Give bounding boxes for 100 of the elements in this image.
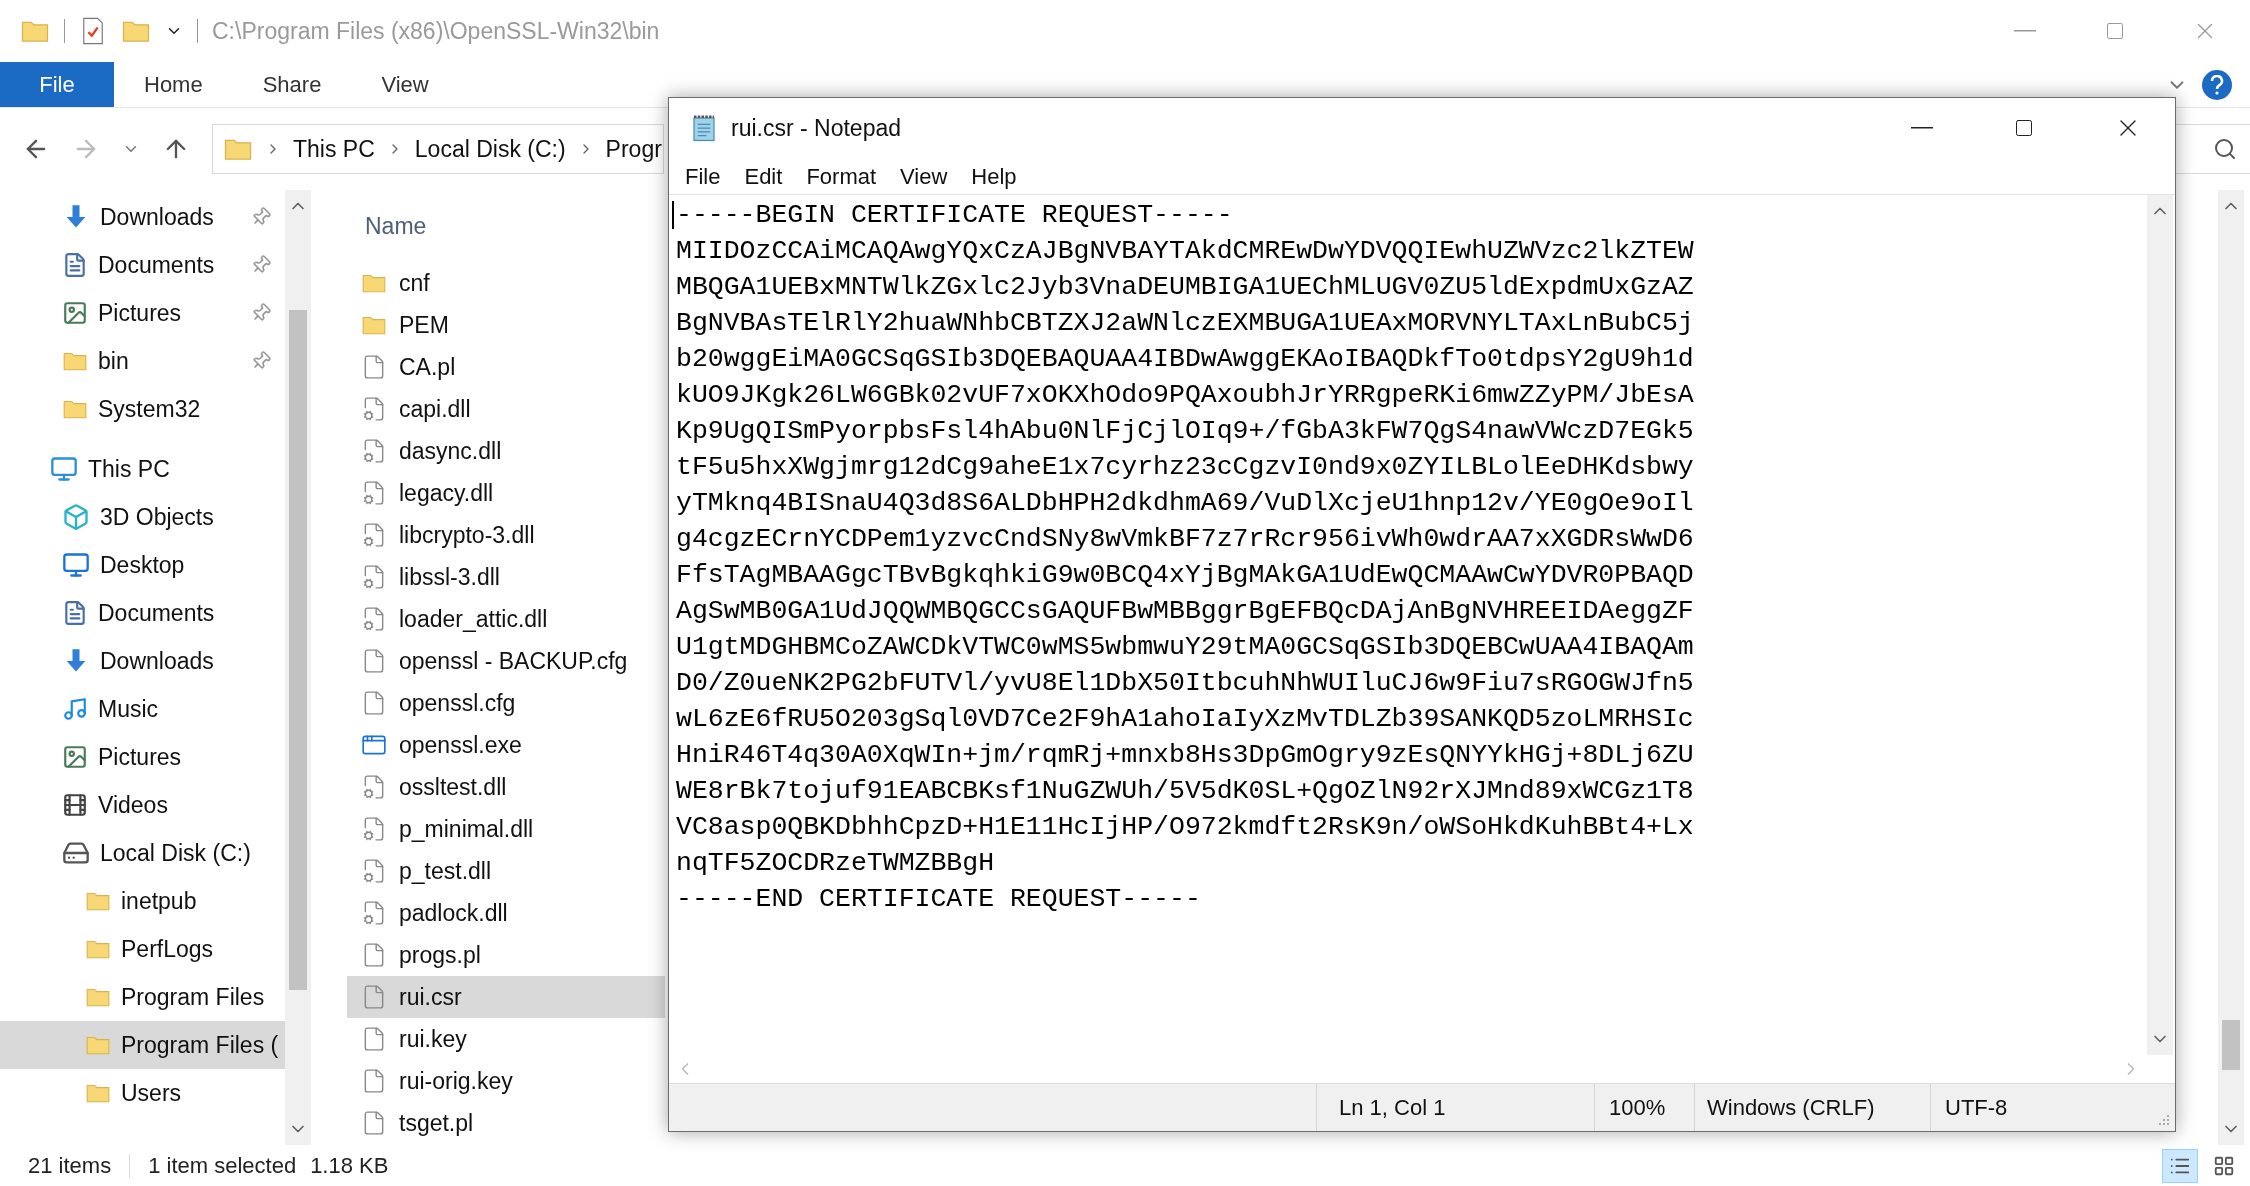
file-row[interactable]: openssl.cfg <box>347 682 665 724</box>
file-row[interactable]: ossltest.dll <box>347 766 665 808</box>
selection-count: 1 item selected <box>148 1152 297 1180</box>
line-endings: Windows (CRLF) <box>1695 1084 1931 1131</box>
text-line: MIIDOzCCAiMCAQAwgYQxCzAJBgNVBAYTAkdCMREwDwYDVQQIEwhUZWVzc2lkZTEW <box>676 235 1694 268</box>
breadcrumb-segment[interactable]: This PC <box>293 131 375 167</box>
text-line: wL6zE6fRU5O203gSql0VD7Ce2F9hA1ahoIaIyXzMvTDLZb39SANKQD5zoLMRHSIc <box>676 703 1694 736</box>
ribbon-tab[interactable]: File <box>0 62 114 107</box>
music-note-icon <box>62 696 88 722</box>
nav-item[interactable]: Pictures <box>0 289 285 337</box>
menu-item[interactable]: Help <box>959 159 1029 193</box>
nav-item[interactable]: Music <box>0 685 285 733</box>
nav-item[interactable]: Documents <box>0 589 285 637</box>
breadcrumb-segment[interactable]: Progr <box>605 131 662 167</box>
text-line: -----BEGIN CERTIFICATE REQUEST----- <box>676 199 1233 232</box>
breadcrumb-segment[interactable]: Local Disk (C:) <box>414 131 566 167</box>
text-line: HniR46T4q30A0XqWIn+jm/rqmRj+mnxb8Hs3DpGmOgry9zEsQNYYkHGj+8DLj6ZU <box>676 739 1694 772</box>
document-icon <box>62 252 88 278</box>
text-line: nqTF5ZOCDRzeTWMZBBgH <box>676 847 995 880</box>
menu-item[interactable]: Format <box>794 159 889 193</box>
file-row[interactable]: p_minimal.dll <box>347 808 665 850</box>
nav-item[interactable]: Program Files <box>0 973 285 1021</box>
nav-item[interactable]: Users <box>0 1069 285 1117</box>
file-row[interactable]: rui-orig.key <box>347 1060 665 1102</box>
file-row[interactable]: p_test.dll <box>347 850 665 892</box>
text-cursor <box>672 201 674 229</box>
file-row[interactable]: CA.pl <box>347 346 665 388</box>
minimize-icon <box>1911 127 1933 129</box>
nav-scrollbar[interactable] <box>285 190 311 1145</box>
resize-grip-icon[interactable] <box>2157 1113 2171 1127</box>
help-icon[interactable] <box>2202 69 2232 100</box>
file-row[interactable]: progs.pl <box>347 934 665 976</box>
ribbon-tab[interactable]: Home <box>114 62 233 107</box>
nav-item[interactable]: Program Files ( <box>0 1021 285 1069</box>
file-list-scrollbar[interactable] <box>2218 190 2244 1145</box>
nav-item[interactable]: Pictures <box>0 733 285 781</box>
picture-icon <box>62 744 88 770</box>
file-row[interactable]: openssl.exe <box>347 724 665 766</box>
search-icon[interactable] <box>2213 137 2237 161</box>
grid-icon <box>2213 1154 2235 1177</box>
column-header[interactable]: Name <box>365 208 427 244</box>
file-row[interactable]: dasync.dll <box>347 430 665 472</box>
file-row[interactable]: libcrypto-3.dll <box>347 514 665 556</box>
file-row[interactable]: capi.dll <box>347 388 665 430</box>
document-icon <box>62 600 88 626</box>
editor-vertical-scrollbar[interactable] <box>2147 195 2173 1055</box>
file-row[interactable]: padlock.dll <box>347 892 665 934</box>
nav-item[interactable]: PerfLogs <box>0 925 285 973</box>
file-row[interactable]: PEM <box>347 304 665 346</box>
menu-item[interactable]: View <box>888 159 960 193</box>
file-row[interactable]: rui.csr <box>347 976 665 1018</box>
ribbon-tab[interactable]: View <box>351 62 459 107</box>
file-row[interactable]: rui.key <box>347 1018 665 1060</box>
nav-item[interactable]: Videos <box>0 781 285 829</box>
nav-item[interactable]: Documents <box>0 241 285 289</box>
nav-item[interactable]: 3D Objects <box>0 493 285 541</box>
zoom-level: 100% <box>1595 1084 1695 1131</box>
address-bar[interactable]: This PC Local Disk (C:) Progr <box>212 124 664 174</box>
text-line: -----END CERTIFICATE REQUEST----- <box>676 883 1201 916</box>
nav-item[interactable]: Local Disk (C:) <box>0 829 285 877</box>
film-icon <box>62 792 88 818</box>
text-line: Kp9UgQISmPyorpbsFsl4hAbu0NlFjCjlOIq9+/fGbA3kFW7QgS4nawVWczD7EGk5 <box>676 415 1694 448</box>
file-row[interactable]: loader_attic.dll <box>347 598 665 640</box>
window-title: rui.csr - Notepad <box>731 113 902 143</box>
maximize-icon <box>2014 118 2034 138</box>
computer-icon <box>50 455 78 483</box>
nav-item[interactable]: Downloads <box>0 193 285 241</box>
maximize-icon <box>2105 21 2125 41</box>
text-line: yTMknq4BISnaU4Q3d8S6ALDbHPH2dkdhmA69/VuDlXcjeU1hnp12v/YE0gOe9oIl <box>676 487 1694 520</box>
file-row[interactable]: libssl-3.dll <box>347 556 665 598</box>
file-row[interactable]: openssl - BACKUP.cfg <box>347 640 665 682</box>
cursor-position: Ln 1, Col 1 <box>1317 1084 1595 1131</box>
picture-icon <box>62 300 88 326</box>
details-view-button[interactable] <box>2162 1148 2198 1183</box>
nav-item[interactable]: System32 <box>0 385 285 433</box>
file-row[interactable]: tsget.pl <box>347 1102 665 1144</box>
ribbon-tab[interactable]: Share <box>232 62 352 107</box>
item-count: 21 items <box>28 1152 112 1180</box>
scrollbar-thumb[interactable] <box>289 310 307 990</box>
selection-size: 1.18 KB <box>310 1152 389 1180</box>
text-line: U1gtMDGHBMCoZAWCDkVTWC0wMS5wbmwuY29tMA0GCSqGSIb3DQEBCwUAA4IBAQAm <box>676 631 1694 664</box>
nav-item[interactable]: bin <box>0 337 285 385</box>
menu-item[interactable]: Edit <box>732 159 795 193</box>
menu-item[interactable]: File <box>673 159 733 193</box>
text-line: b20wggEiMA0GCSqGSIb3DQEBAQUAA4IBDwAwggEKAoIBAQDkfTo0tdpsY2gU9h1d <box>676 343 1694 376</box>
file-row[interactable]: legacy.dll <box>347 472 665 514</box>
nav-item[interactable]: This PC <box>0 445 285 493</box>
text-line: VC8asp0QBKDbhhCpzD+H1E11HcIjHP/O972kmdft2RsK9n/oWSoHkdKuhBBt4+Lx <box>676 811 1694 844</box>
encoding: UTF-8 <box>1944 1094 2009 1122</box>
nav-item[interactable]: inetpub <box>0 877 285 925</box>
nav-item[interactable]: Desktop <box>0 541 285 589</box>
text-line: AgSwMB0GA1UdJQQWMBQGCCsGAQUFBwMBBggrBgEFBQcDAjAnBgNVHREEIDAeggZF <box>676 595 1694 628</box>
text-line: tF5u5hxXWgjmrg12dCg9aheE1x7cyrhz23cCgzvI0nd9x0ZYILBLolEeDHKdsbwy <box>676 451 1694 484</box>
text-line: WE8rBk7tojuf91EABCBKsf1NuGZWUh/5V5dK0SL+QgOZlN92rXJMnd89xWCGz1T8 <box>676 775 1694 808</box>
nav-item[interactable]: Downloads <box>0 637 285 685</box>
text-line: kUO9JKgk26LW6GBk02vUF7xOKXhOdo9PQAxoubhJrYRRgpeRKi6mwZZyPM/JbEsA <box>676 379 1694 412</box>
cube-icon <box>62 503 90 531</box>
scrollbar-thumb[interactable] <box>2222 1020 2240 1070</box>
file-row[interactable]: cnf <box>347 262 665 304</box>
text-line: FfsTAgMBAAGgcTBvBgkqhkiG9w0BCQ4xYjBgMAkGA1UdEwQCMAAwCwYDVR0PBAQD <box>676 559 1694 592</box>
